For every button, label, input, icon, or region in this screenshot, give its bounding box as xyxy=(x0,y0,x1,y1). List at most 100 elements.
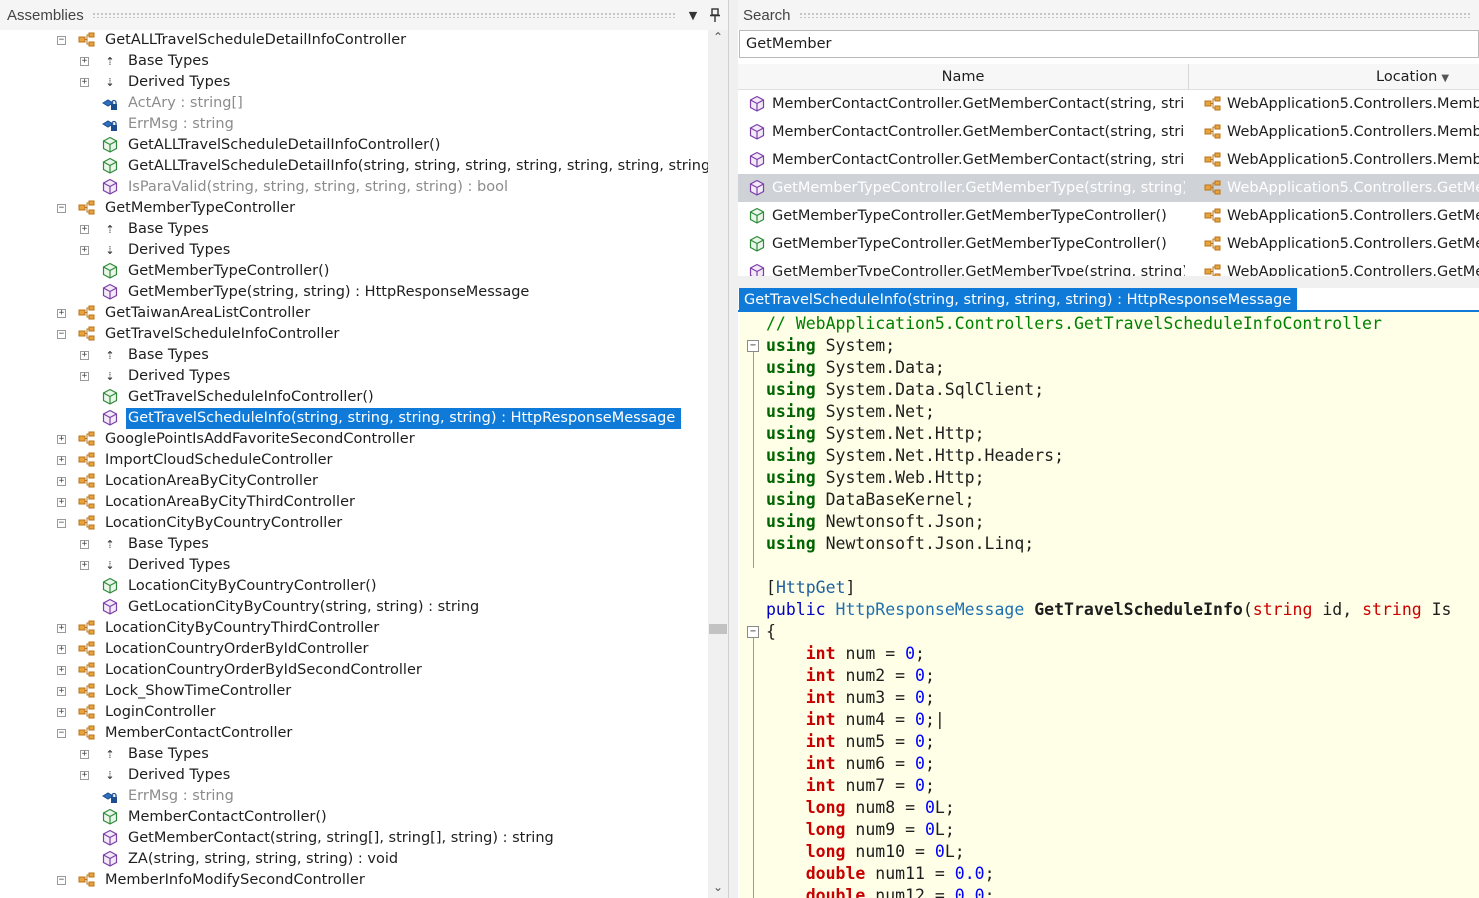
tree-row[interactable]: − GetALLTravelScheduleDetailInfoControlle… xyxy=(0,30,708,51)
tree-item-label[interactable]: Base Types xyxy=(128,345,209,366)
expand-icon[interactable]: + xyxy=(80,540,89,549)
tree-row[interactable]: + LocationAreaByCityController xyxy=(0,471,708,492)
tree-row[interactable]: + ⇡ Base Types xyxy=(0,744,708,765)
tree-scrollbar[interactable]: ⌃ ⌄ xyxy=(708,30,728,898)
tree-item-label[interactable]: GetLocationCityByCountry(string, string)… xyxy=(128,597,479,618)
search-result-row[interactable]: MemberContactController.GetMemberContact… xyxy=(738,118,1479,146)
tree-row[interactable]: GetTravelScheduleInfo(string, string, st… xyxy=(0,408,708,429)
tree-row[interactable]: + ⇣ Derived Types xyxy=(0,765,708,786)
expand-icon[interactable]: + xyxy=(80,351,89,360)
tree-row[interactable]: LocationCityByCountryController() xyxy=(0,576,708,597)
search-result-row[interactable]: GetMemberTypeController.GetMemberType(st… xyxy=(738,258,1479,276)
tree-row[interactable]: ZA(string, string, string, string) : voi… xyxy=(0,849,708,870)
tree-row[interactable]: GetLocationCityByCountry(string, string)… xyxy=(0,597,708,618)
tree-row[interactable]: GetMemberTypeController() xyxy=(0,261,708,282)
tree-item-label[interactable]: Derived Types xyxy=(128,555,230,576)
tree-item-label[interactable]: GetALLTravelScheduleDetailInfoController… xyxy=(128,135,440,156)
expand-icon[interactable]: + xyxy=(57,645,66,654)
collapse-icon[interactable]: − xyxy=(57,519,66,528)
tree-row[interactable]: + ⇡ Base Types xyxy=(0,51,708,72)
expand-icon[interactable]: + xyxy=(80,561,89,570)
tree-row[interactable]: − LocationCityByCountryController xyxy=(0,513,708,534)
tree-item-label[interactable]: ErrMsg : string xyxy=(128,786,234,807)
tree-row[interactable]: IsParaValid(string, string, string, stri… xyxy=(0,177,708,198)
tree-row[interactable]: + LoginController xyxy=(0,702,708,723)
tree-item-label[interactable]: GetTaiwanAreaListController xyxy=(105,303,310,324)
expand-icon[interactable]: + xyxy=(57,477,66,486)
tree-row[interactable]: GetMemberContact(string, string[], strin… xyxy=(0,828,708,849)
expand-icon[interactable]: + xyxy=(80,750,89,759)
tree-item-label[interactable]: LocationAreaByCityThirdController xyxy=(105,492,355,513)
column-header-name[interactable]: Name xyxy=(738,64,1189,90)
tree-item-label[interactable]: GetALLTravelScheduleDetailInfo(string, s… xyxy=(128,156,708,177)
expand-icon[interactable]: + xyxy=(80,78,89,87)
expand-icon[interactable]: + xyxy=(57,687,66,696)
expand-icon[interactable]: + xyxy=(80,771,89,780)
collapse-region-icon[interactable]: − xyxy=(747,626,759,638)
search-result-row[interactable]: MemberContactController.GetMemberContact… xyxy=(738,90,1479,118)
tree-item-label[interactable]: ActAry : string[] xyxy=(128,93,243,114)
tree-row[interactable]: − GetTravelScheduleInfoController xyxy=(0,324,708,345)
tree-row[interactable]: GetALLTravelScheduleDetailInfo(string, s… xyxy=(0,156,708,177)
tree-row[interactable]: GetMemberType(string, string) : HttpResp… xyxy=(0,282,708,303)
tree-item-label[interactable]: MemberContactController xyxy=(105,723,292,744)
scroll-up-icon[interactable]: ⌃ xyxy=(708,30,728,48)
pin-icon[interactable] xyxy=(706,6,724,24)
tree-item-label[interactable]: GetTravelScheduleInfo(string, string, st… xyxy=(126,408,682,429)
tree-item-label[interactable]: GetTravelScheduleInfoController xyxy=(105,324,339,345)
tree-item-label[interactable]: GooglePointIsAddFavoriteSecondController xyxy=(105,429,415,450)
tree-row[interactable]: + GetTaiwanAreaListController xyxy=(0,303,708,324)
collapse-icon[interactable]: − xyxy=(57,204,66,213)
tree-item-label[interactable]: Derived Types xyxy=(128,366,230,387)
tree-item-label[interactable]: GetMemberTypeController() xyxy=(128,261,329,282)
search-results-list[interactable]: MemberContactController.GetMemberContact… xyxy=(738,90,1479,276)
search-input[interactable]: GetMember xyxy=(739,30,1479,58)
tree-row[interactable]: GetTravelScheduleInfoController() xyxy=(0,387,708,408)
dropdown-icon[interactable]: ▼ xyxy=(684,6,702,24)
tree-item-label[interactable]: GetMemberType(string, string) : HttpResp… xyxy=(128,282,529,303)
collapse-region-icon[interactable]: − xyxy=(747,340,759,352)
tree-item-label[interactable]: Base Types xyxy=(128,534,209,555)
tree-item-label[interactable]: ErrMsg : string xyxy=(128,114,234,135)
panel-splitter[interactable] xyxy=(738,276,1479,288)
tree-row[interactable]: + ⇣ Derived Types xyxy=(0,366,708,387)
search-result-row[interactable]: MemberContactController.GetMemberContact… xyxy=(738,146,1479,174)
scroll-thumb[interactable] xyxy=(709,624,727,634)
tree-item-label[interactable]: GetTravelScheduleInfoController() xyxy=(128,387,374,408)
tree-item-label[interactable]: LocationCityByCountryThirdController xyxy=(105,618,379,639)
tree-row[interactable]: + ImportCloudScheduleController xyxy=(0,450,708,471)
tree-item-label[interactable]: Lock_ShowTimeController xyxy=(105,681,291,702)
tree-row[interactable]: − GetMemberTypeController xyxy=(0,198,708,219)
tree-item-label[interactable]: GetMemberTypeController xyxy=(105,198,295,219)
tree-row[interactable]: ErrMsg : string xyxy=(0,786,708,807)
tree-row[interactable]: MemberContactController() xyxy=(0,807,708,828)
tree-item-label[interactable]: Base Types xyxy=(128,744,209,765)
expand-icon[interactable]: + xyxy=(80,225,89,234)
tree-item-label[interactable]: ZA(string, string, string, string) : voi… xyxy=(128,849,398,870)
tree-row[interactable]: − MemberContactController xyxy=(0,723,708,744)
expand-icon[interactable]: + xyxy=(57,666,66,675)
expand-icon[interactable]: + xyxy=(80,246,89,255)
expand-icon[interactable]: + xyxy=(57,456,66,465)
expand-icon[interactable]: + xyxy=(57,624,66,633)
tree-row[interactable]: + ⇡ Base Types xyxy=(0,534,708,555)
tree-item-label[interactable]: ImportCloudScheduleController xyxy=(105,450,333,471)
tree-row[interactable]: + ⇣ Derived Types xyxy=(0,72,708,93)
tree-item-label[interactable]: Derived Types xyxy=(128,240,230,261)
tree-item-label[interactable]: GetMemberContact(string, string[], strin… xyxy=(128,828,554,849)
tree-row[interactable]: + LocationCountryOrderByIdController xyxy=(0,639,708,660)
tree-item-label[interactable]: MemberInfoModifySecondController xyxy=(105,870,365,891)
tree-row[interactable]: ErrMsg : string xyxy=(0,114,708,135)
scroll-down-icon[interactable]: ⌄ xyxy=(708,880,728,898)
expand-icon[interactable]: + xyxy=(57,498,66,507)
tree-item-label[interactable]: LocationCountryOrderByIdSecondController xyxy=(105,660,422,681)
tree-item-label[interactable]: GetALLTravelScheduleDetailInfoController xyxy=(105,30,406,51)
tree-row[interactable]: + GooglePointIsAddFavoriteSecondControlle… xyxy=(0,429,708,450)
document-tab[interactable]: GetTravelScheduleInfo(string, string, st… xyxy=(739,288,1298,312)
expand-icon[interactable]: + xyxy=(80,372,89,381)
tree-item-label[interactable]: Derived Types xyxy=(128,72,230,93)
tree-row[interactable]: + ⇡ Base Types xyxy=(0,219,708,240)
search-result-row[interactable]: GetMemberTypeController.GetMemberTypeCon… xyxy=(738,202,1479,230)
tree-row[interactable]: GetALLTravelScheduleDetailInfoController… xyxy=(0,135,708,156)
tree-row[interactable]: + ⇣ Derived Types xyxy=(0,555,708,576)
